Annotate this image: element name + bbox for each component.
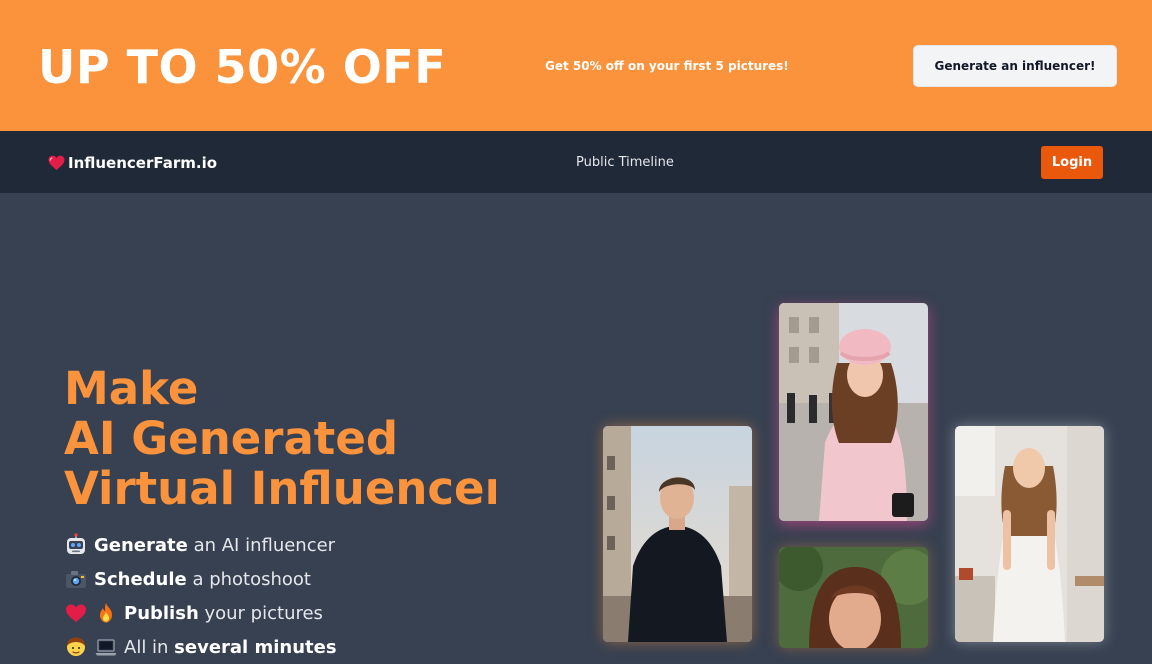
feature-list: Generate an AI influencer Schedule a pho… (64, 528, 337, 664)
gallery-image-woman-curly-hair (779, 547, 928, 648)
promo-subtext: Get 50% off on your first 5 pictures! (545, 59, 789, 73)
feature-text: All in (124, 636, 175, 658)
feature-item: Publish your pictures (64, 596, 337, 630)
promo-headline: UP TO 50% OFF (38, 40, 447, 94)
feature-bold: Publish (124, 602, 199, 624)
hero-title: Make AI Generated Virtual Influencers (64, 364, 496, 514)
hero-title-line: Virtual Influencers (64, 462, 496, 514)
brand-logo[interactable]: InfluencerFarm.io (48, 153, 217, 173)
laptop-icon (94, 635, 118, 659)
robot-icon (64, 533, 88, 557)
camera-icon (64, 567, 88, 591)
fire-icon (94, 601, 118, 625)
feature-text: an AI influencer (187, 534, 336, 556)
promo-banner: UP TO 50% OFF Get 50% off on your first … (0, 0, 1152, 131)
generate-influencer-button[interactable]: Generate an influencer! (913, 45, 1117, 87)
feature-item: Generate an AI influencer (64, 528, 337, 562)
feature-bold: several minutes (174, 636, 337, 658)
feature-bold: Schedule (94, 568, 187, 590)
heart-icon (48, 155, 65, 171)
login-button[interactable]: Login (1041, 146, 1103, 179)
gallery-image-man-coat (603, 426, 752, 642)
nav-link-public-timeline[interactable]: Public Timeline (576, 155, 674, 170)
feature-item: All in several minutes (64, 630, 337, 664)
feature-text: a photoshoot (186, 568, 311, 590)
brand-name: InfluencerFarm.io (68, 154, 218, 172)
hero-title-line: Make (64, 364, 199, 415)
gallery-image-woman-white-dress (955, 426, 1104, 642)
heart-icon (64, 601, 88, 625)
feature-item: Schedule a photoshoot (64, 562, 337, 596)
feature-bold: Generate (94, 534, 188, 556)
gallery-image-woman-pink-beret (779, 303, 928, 521)
hero-title-line: AI Generated (64, 412, 399, 465)
feature-text: your pictures (198, 602, 323, 624)
person-icon (64, 635, 88, 659)
